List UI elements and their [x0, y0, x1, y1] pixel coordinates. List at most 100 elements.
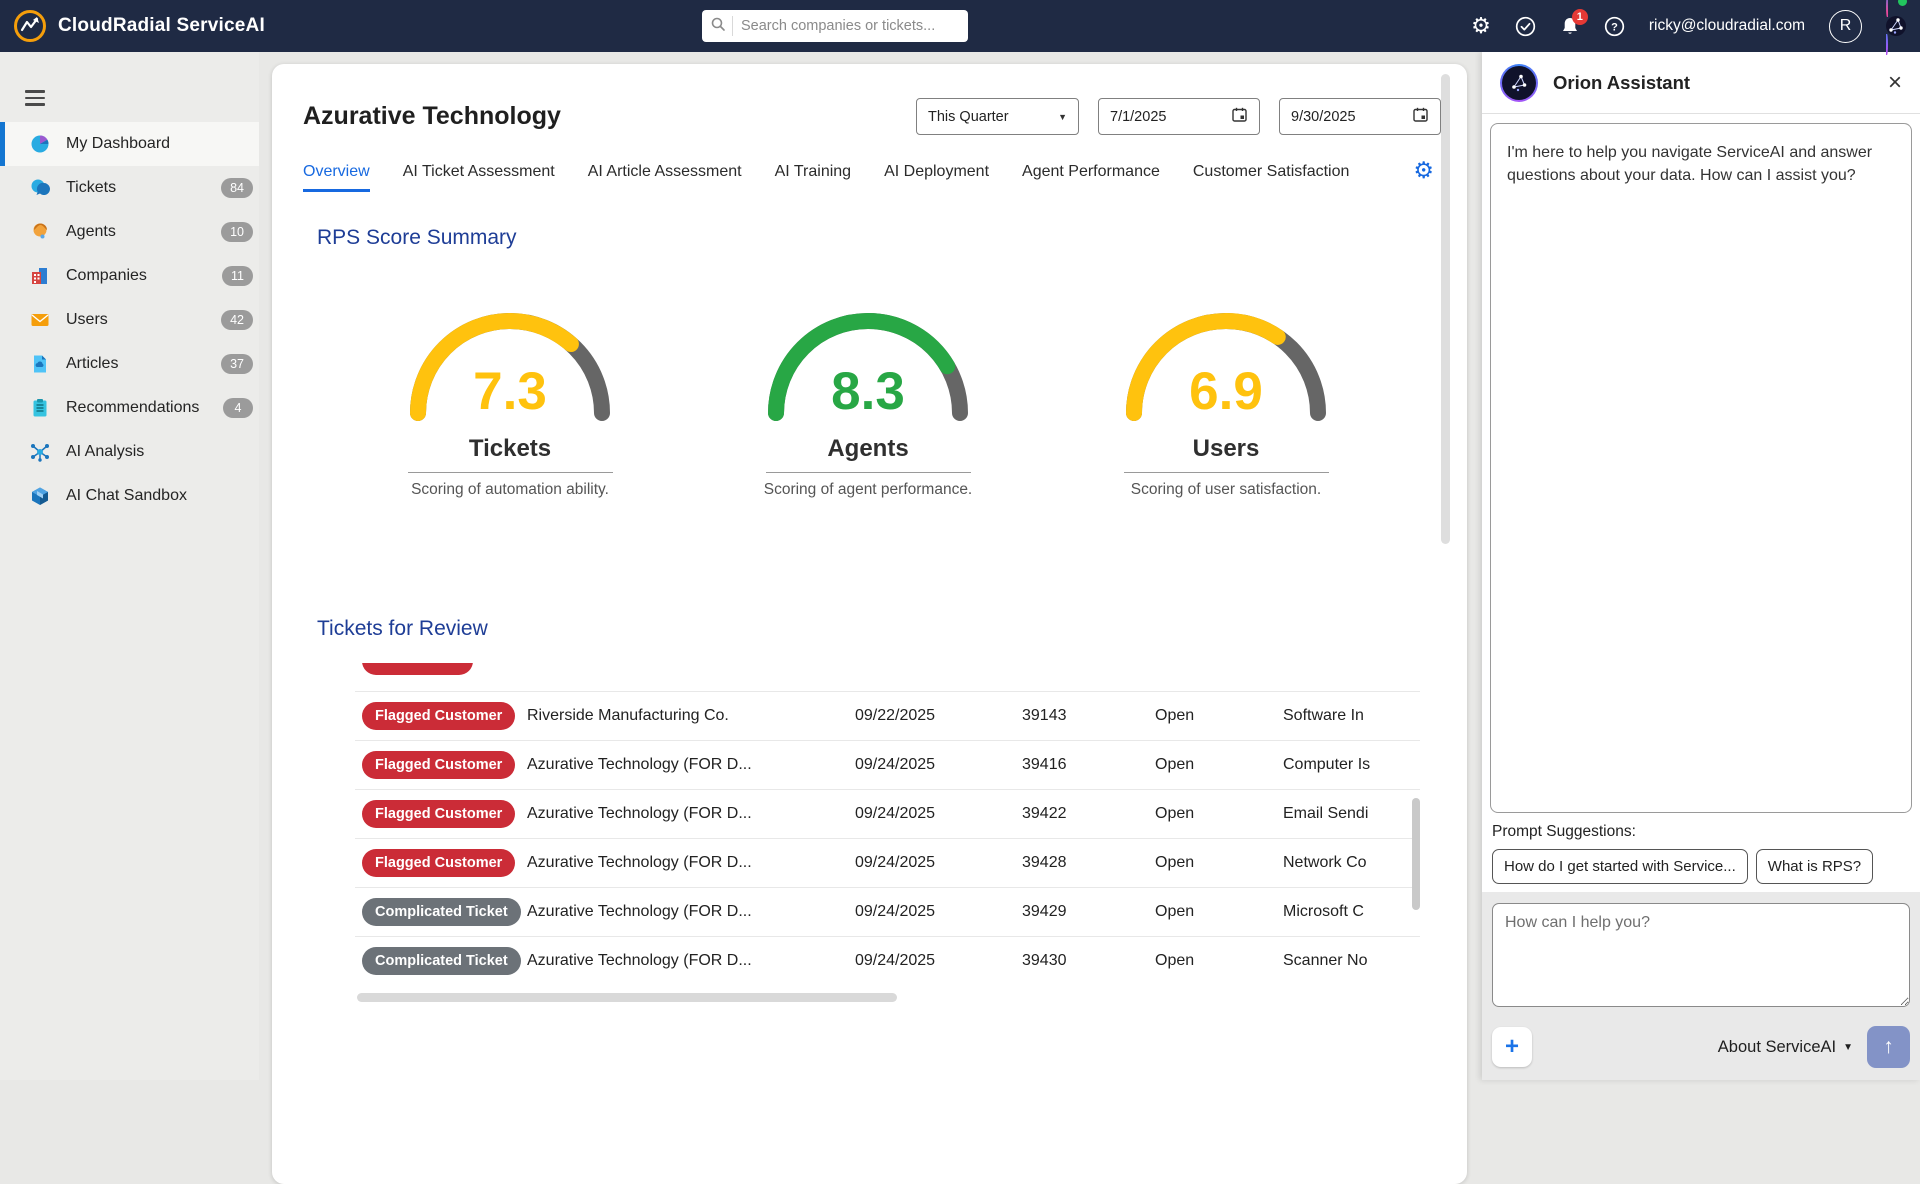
- period-select[interactable]: This Quarter ▼: [916, 98, 1079, 135]
- complicated-ticket-badge: Complicated Ticket: [362, 947, 521, 975]
- tab-settings-gear-icon[interactable]: ⚙: [1413, 157, 1434, 184]
- cell-ticket-number: 39428: [1022, 854, 1155, 872]
- orion-title: Orion Assistant: [1553, 72, 1690, 94]
- table-row-partial: [355, 663, 1420, 691]
- send-button[interactable]: ↑: [1867, 1026, 1910, 1068]
- cell-category: Email Sendi: [1283, 805, 1373, 823]
- cell-category: Software In: [1283, 707, 1373, 725]
- sidebar-count-badge: 4: [223, 398, 253, 418]
- cell-date: 09/24/2025: [855, 805, 1022, 823]
- document-icon: [29, 353, 51, 375]
- table-row[interactable]: Flagged Customer Riverside Manufacturing…: [355, 691, 1420, 740]
- chat-input[interactable]: [1492, 903, 1910, 1007]
- sidebar-count-badge: 11: [222, 266, 253, 286]
- calendar-icon: [1231, 106, 1248, 127]
- table-row[interactable]: Complicated Ticket Azurative Technology …: [355, 936, 1420, 985]
- help-circle-icon[interactable]: ?: [1604, 16, 1625, 37]
- flagged-customer-badge: Flagged Customer: [362, 702, 515, 730]
- user-email[interactable]: ricky@cloudradial.com: [1649, 17, 1805, 35]
- hamburger-menu-icon[interactable]: [25, 90, 45, 106]
- brand-name: CloudRadial ServiceAI: [58, 15, 265, 37]
- table-row[interactable]: Flagged Customer Azurative Technology (F…: [355, 740, 1420, 789]
- sidebar-item-my-dashboard[interactable]: My Dashboard: [0, 122, 259, 166]
- tab-ai-training[interactable]: AI Training: [775, 163, 851, 192]
- calendar-icon: [1412, 106, 1429, 127]
- sidebar-count-badge: 37: [221, 354, 253, 374]
- top-navbar: CloudRadial ServiceAI ⚙ 1 ? ricky@cloudr…: [0, 0, 1920, 52]
- tab-ai-article-assessment[interactable]: AI Article Assessment: [588, 163, 742, 192]
- orion-constellation-icon: [1502, 66, 1536, 100]
- main-vertical-scrollbar[interactable]: [1441, 64, 1450, 1054]
- gauge-label: Tickets: [360, 435, 660, 463]
- table-row[interactable]: Complicated Ticket Azurative Technology …: [355, 887, 1420, 936]
- table-vertical-scrollbar[interactable]: [1412, 798, 1420, 910]
- tab-agent-performance[interactable]: Agent Performance: [1022, 163, 1160, 192]
- check-circle-icon[interactable]: [1515, 16, 1536, 37]
- gauge-rule: [766, 472, 971, 473]
- tickets-review-table[interactable]: Flagged Customer Riverside Manufacturing…: [355, 663, 1420, 1002]
- table-row[interactable]: Flagged Customer Azurative Technology (F…: [355, 789, 1420, 838]
- cell-ticket-number: 39416: [1022, 756, 1155, 774]
- date-to-input[interactable]: 9/30/2025: [1279, 98, 1441, 135]
- orion-avatar: [1500, 64, 1538, 102]
- tab-customer-satisfaction[interactable]: Customer Satisfaction: [1193, 163, 1350, 192]
- chevron-down-icon: ▼: [1058, 112, 1067, 122]
- table-row[interactable]: Flagged Customer Azurative Technology (F…: [355, 838, 1420, 887]
- suggestion-chip-what-is-rps[interactable]: What is RPS?: [1756, 849, 1873, 884]
- cell-status: Open: [1155, 756, 1283, 774]
- pie-chart-icon: [29, 133, 51, 155]
- sidebar-item-label: Articles: [66, 355, 118, 373]
- sidebar-item-users[interactable]: Users 42: [0, 298, 259, 342]
- rps-gauges: 7.3 Tickets Scoring of automation abilit…: [360, 303, 1467, 499]
- add-attachment-button[interactable]: +: [1492, 1027, 1532, 1067]
- table-horizontal-scrollbar[interactable]: [357, 993, 897, 1002]
- sidebar-item-ai-analysis[interactable]: AI Analysis: [0, 430, 259, 474]
- orion-header: Orion Assistant ×: [1482, 52, 1920, 114]
- chevron-down-icon: ▼: [1843, 1042, 1853, 1053]
- prompt-suggestions: Prompt Suggestions: How do I get started…: [1482, 817, 1920, 892]
- cell-company: Azurative Technology (FOR D...: [520, 756, 855, 774]
- tab-ai-deployment[interactable]: AI Deployment: [884, 163, 989, 192]
- rps-score-summary-heading: RPS Score Summary: [317, 226, 1467, 250]
- cell-company: Azurative Technology (FOR D...: [520, 805, 855, 823]
- sidebar-item-agents[interactable]: Agents 10: [0, 210, 259, 254]
- chat-composer: + About ServiceAI ▼ ↑: [1482, 892, 1920, 1080]
- cell-status: Open: [1155, 707, 1283, 725]
- global-search[interactable]: [702, 10, 968, 42]
- gauge-description: Scoring of user satisfaction.: [1076, 481, 1376, 499]
- tab-overview[interactable]: Overview: [303, 163, 370, 192]
- sidebar-item-label: AI Analysis: [66, 443, 144, 461]
- sidebar-item-ai-chat-sandbox[interactable]: AI Chat Sandbox: [0, 474, 259, 518]
- cell-status: Open: [1155, 805, 1283, 823]
- scope-select[interactable]: About ServiceAI ▼: [1718, 1038, 1853, 1057]
- page-title: Azurative Technology: [303, 102, 561, 131]
- gauge-description: Scoring of automation ability.: [360, 481, 660, 499]
- gauge-label: Agents: [718, 435, 1018, 463]
- notification-count-badge: 1: [1572, 9, 1588, 25]
- gauge-value: 7.3: [360, 361, 660, 422]
- date-from-input[interactable]: 7/1/2025: [1098, 98, 1260, 135]
- cell-company: Azurative Technology (FOR D...: [520, 903, 855, 921]
- search-input[interactable]: [741, 18, 960, 34]
- gauge-rule: [408, 472, 613, 473]
- dashboard-card: Azurative Technology This Quarter ▼ 7/1/…: [272, 64, 1467, 1184]
- settings-gear-icon[interactable]: ⚙: [1471, 15, 1491, 37]
- sidebar-item-tickets[interactable]: Tickets 84: [0, 166, 259, 210]
- user-avatar[interactable]: R: [1829, 10, 1862, 43]
- sidebar-count-badge: 10: [221, 222, 253, 242]
- sidebar-item-recommendations[interactable]: Recommendations 4: [0, 386, 259, 430]
- close-icon[interactable]: ×: [1888, 71, 1902, 95]
- gauge-value: 6.9: [1076, 361, 1376, 422]
- cell-date: 09/24/2025: [855, 952, 1022, 970]
- gauge-description: Scoring of agent performance.: [718, 481, 1018, 499]
- flagged-customer-badge: [362, 663, 473, 675]
- gauge-value: 8.3: [718, 361, 1018, 422]
- sidebar-item-articles[interactable]: Articles 37: [0, 342, 259, 386]
- suggestion-chip-get-started[interactable]: How do I get started with Service...: [1492, 849, 1748, 884]
- orion-avatar-button[interactable]: [1886, 0, 1906, 54]
- cell-ticket-number: 39422: [1022, 805, 1155, 823]
- sidebar-item-companies[interactable]: Companies 11: [0, 254, 259, 298]
- tab-ai-ticket-assessment[interactable]: AI Ticket Assessment: [403, 163, 555, 192]
- notifications-bell-icon[interactable]: 1: [1560, 16, 1580, 37]
- main-area: Azurative Technology This Quarter ▼ 7/1/…: [259, 52, 1482, 1080]
